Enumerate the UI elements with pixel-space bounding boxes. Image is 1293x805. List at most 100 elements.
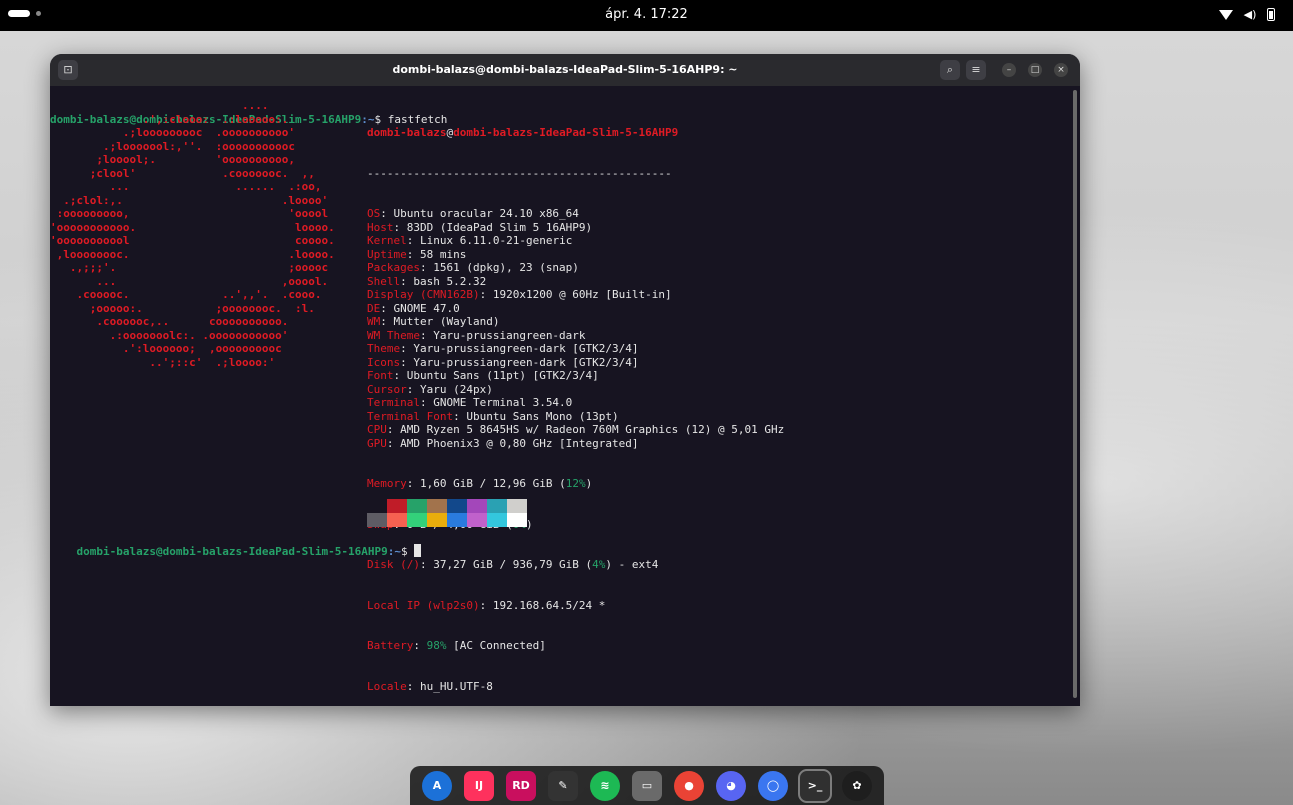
info-key: Kernel: [367, 234, 407, 247]
info-row: Kernel: Linux 6.11.0-21-generic: [367, 234, 784, 248]
info-value: : Yaru-prussiangreen-dark [GTK2/3/4]: [400, 355, 639, 369]
logo-line: ;clool' .cooooooc. ,,: [50, 166, 315, 180]
color-swatch: [487, 513, 507, 527]
color-swatch: [507, 499, 527, 513]
maximize-icon: □: [1030, 65, 1040, 75]
dock-rider-button[interactable]: RD: [506, 770, 536, 801]
info-percent: 12%: [565, 477, 586, 490]
logo-line: ;looool;. 'oooooooooo,: [50, 153, 296, 166]
dock-discord-button[interactable]: ◕: [716, 770, 746, 801]
minimize-icon: –: [1006, 65, 1012, 75]
info-row: Host: 83DD (IdeaPad Slim 5 16AHP9): [367, 221, 784, 235]
minimize-button[interactable]: –: [1002, 63, 1016, 77]
info-value: : 1920x1200 @ 60Hz [Built-in]: [479, 288, 672, 301]
volume-icon: ◀): [1243, 8, 1257, 21]
wifi-icon: [1219, 8, 1233, 22]
info-row: DE: GNOME 47.0: [367, 302, 784, 316]
prompt-line[interactable]: dombi-balazs@dombi-balazs-IdeaPad-Slim-5…: [50, 530, 422, 572]
info-value: [AC Connected]: [446, 639, 546, 652]
color-swatch: [427, 513, 447, 527]
app-center-icon: A: [432, 779, 442, 792]
palette-row-dark: [367, 499, 527, 513]
color-swatch: [467, 499, 487, 513]
info-key: CPU: [367, 423, 387, 436]
info-key: Battery: [367, 639, 414, 652]
color-swatch: [447, 513, 467, 527]
terminal-icon: >_: [807, 779, 823, 792]
system-tray[interactable]: ◀): [1219, 8, 1281, 22]
dock-text-editor-button[interactable]: ✎: [548, 770, 578, 801]
window-title: dombi-balazs@dombi-balazs-IdeaPad-Slim-5…: [392, 63, 738, 76]
info-value: : 192.168.64.5/24 *: [479, 598, 606, 612]
logo-line: .:ooooooolc:. .ooooooooooo': [50, 328, 289, 342]
logo-line: .',:clooo: .:looooo:.: [50, 112, 289, 126]
system-info: dombi-balazs@dombi-balazs-IdeaPad-Slim-5…: [367, 99, 784, 706]
info-value: : GNOME Terminal 3.54.0: [419, 396, 573, 409]
info-value: : Ubuntu Sans Mono (13pt): [453, 409, 619, 423]
dock-terminal-button[interactable]: >_: [798, 768, 832, 803]
color-swatch: [387, 499, 407, 513]
scrollbar[interactable]: [1073, 90, 1077, 698]
dock-show-apps-button[interactable]: ✿: [842, 770, 872, 801]
info-key: Memory: [367, 477, 407, 490]
info-value: :: [413, 639, 427, 652]
logo-line: ,loooooooc. .loooo.: [50, 247, 335, 261]
dock-signal-button[interactable]: ◯: [758, 770, 788, 801]
info-row: WM Theme: Yaru-prussiangreen-dark: [367, 329, 784, 343]
logo-line: .;clol:,. .loooo': [50, 193, 329, 207]
spotify-icon: ≋: [600, 779, 610, 792]
logo-line: .coooooc,.. coooooooooo.: [50, 315, 289, 328]
dock-intellij-button[interactable]: IJ: [464, 770, 494, 801]
info-value: : 37,27 GiB / 936,79 GiB (: [419, 558, 593, 571]
logo-line: ... ,ooool.: [50, 274, 329, 288]
info-key: Uptime: [367, 247, 407, 261]
info-value: : 1561 (dpkg), 23 (snap): [419, 261, 579, 274]
close-button[interactable]: ×: [1054, 63, 1068, 77]
title-bar[interactable]: ⊡ dombi-balazs@dombi-balazs-IdeaPad-Slim…: [50, 54, 1080, 86]
info-value: : AMD Ryzen 5 8645HS w/ Radeon 760M Grap…: [386, 423, 785, 436]
info-row: Theme: Yaru-prussiangreen-dark [GTK2/3/4…: [367, 342, 784, 356]
terminal-window[interactable]: ⊡ dombi-balazs@dombi-balazs-IdeaPad-Slim…: [50, 54, 1080, 706]
discord-icon: ◕: [726, 779, 736, 792]
clock[interactable]: ápr. 4. 17:22: [0, 7, 1293, 22]
info-percent: 4%: [592, 558, 606, 571]
info-row: Font: Ubuntu Sans (11pt) [GTK2/3/4]: [367, 369, 784, 383]
info-value: ) - ext4: [605, 558, 659, 571]
dock-spotify-button[interactable]: ≋: [590, 770, 620, 801]
logo-line: .':loooooo; ,oooooooooc: [50, 342, 282, 355]
dock-files-button[interactable]: ▭: [632, 770, 662, 801]
text-cursor: [414, 543, 422, 557]
info-key: Terminal Font: [367, 409, 454, 423]
search-button[interactable]: ⌕: [940, 60, 960, 80]
info-key: Shell: [367, 274, 401, 288]
palette-row-bright: [367, 513, 527, 527]
search-icon: ⌕: [946, 63, 954, 76]
info-key: Font: [367, 369, 394, 382]
prompt-symbol: $: [401, 544, 415, 558]
dock: A IJ RD ✎ ≋ ▭ ● ◕ ◯ >_ ✿: [410, 766, 884, 805]
top-bar: ápr. 4. 17:22 ◀): [0, 0, 1293, 31]
intellij-icon: IJ: [474, 779, 484, 792]
info-value: : 83DD (IdeaPad Slim 5 16AHP9): [393, 220, 593, 234]
dock-chrome-button[interactable]: ●: [674, 770, 704, 801]
info-value: : Mutter (Wayland): [380, 315, 500, 328]
text-editor-icon: ✎: [558, 779, 568, 792]
info-key: GPU: [367, 436, 387, 450]
maximize-button[interactable]: □: [1028, 63, 1042, 77]
header-host: dombi-balazs-IdeaPad-Slim-5-16AHP9: [453, 126, 679, 139]
info-value: : Ubuntu oracular 24.10 x86_64: [380, 207, 579, 220]
dock-app-center-button[interactable]: A: [422, 770, 452, 801]
info-value: : Yaru-prussiangreen-dark: [419, 328, 586, 342]
info-key: Theme: [367, 342, 401, 355]
info-key: DE: [367, 301, 381, 315]
info-key: Locale: [367, 679, 407, 693]
info-row: CPU: AMD Ryzen 5 8645HS w/ Radeon 760M G…: [367, 423, 784, 437]
info-row: OS: Ubuntu oracular 24.10 x86_64: [367, 207, 784, 221]
color-swatch: [447, 499, 467, 513]
color-swatch: [407, 499, 427, 513]
color-swatch: [427, 499, 447, 513]
info-row: Icons: Yaru-prussiangreen-dark [GTK2/3/4…: [367, 356, 784, 370]
info-value: : GNOME 47.0: [380, 301, 460, 315]
color-swatch: [407, 513, 427, 527]
menu-button[interactable]: ≡: [966, 60, 986, 80]
